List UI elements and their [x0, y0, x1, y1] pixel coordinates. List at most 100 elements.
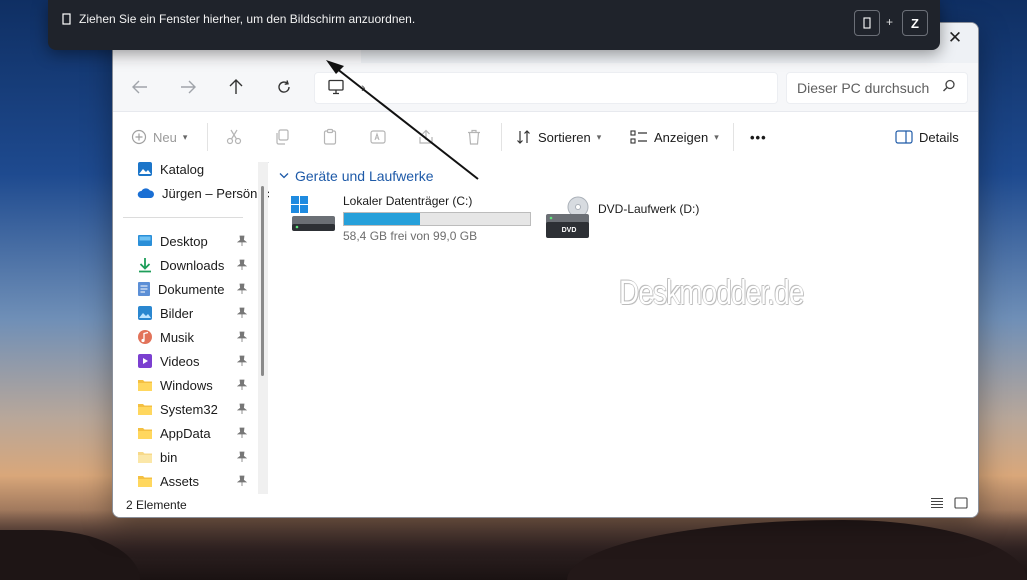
scissors-icon [226, 129, 242, 145]
share-button[interactable] [417, 125, 435, 149]
sidebar-item-onedrive[interactable]: Jürgen – Persönlic [137, 182, 270, 204]
rename-button[interactable] [369, 125, 387, 149]
sidebar-item-downloads[interactable]: Downloads [137, 254, 248, 276]
view-button[interactable]: Anzeigen ▾ [630, 125, 719, 149]
desktop-icon [138, 235, 152, 246]
pin-icon[interactable] [236, 403, 248, 418]
sidebar-item-bilder[interactable]: Bilder [137, 302, 248, 324]
chevron-down-icon: ▾ [182, 131, 188, 142]
pin-icon[interactable] [236, 235, 248, 250]
navigation-pane: Katalog Jürgen – Persönlic Desktop Downl… [113, 162, 270, 494]
pin-icon[interactable] [236, 451, 248, 466]
toolbar-divider [733, 123, 734, 151]
delete-button[interactable] [465, 125, 483, 149]
sidebar-item-system32[interactable]: System32 [137, 398, 248, 420]
hard-drive-icon [291, 196, 335, 231]
folder-icon [138, 404, 152, 415]
key-plus: + [886, 15, 894, 29]
search-placeholder: Dieser PC durchsuch [797, 80, 930, 96]
up-button[interactable] [222, 75, 250, 99]
sidebar-scrollbar[interactable] [258, 162, 268, 494]
new-button[interactable]: Neu ▾ [131, 125, 187, 149]
pin-icon[interactable] [236, 331, 248, 346]
z-key-badge: Z [902, 10, 928, 36]
pin-icon[interactable] [236, 379, 248, 394]
sidebar-item-label: Desktop [160, 233, 208, 249]
toolbar-divider [501, 123, 502, 151]
trash-icon [468, 129, 480, 145]
sidebar-item-bin[interactable]: bin [137, 446, 248, 468]
folder-icon [138, 428, 152, 439]
wallpaper-hills [0, 510, 1027, 580]
pin-icon[interactable] [236, 475, 248, 490]
folder-icon [138, 380, 152, 391]
drive-free-space: 58,4 GB frei von 99,0 GB [343, 229, 478, 243]
sidebar-item-assets[interactable]: Assets [137, 470, 248, 492]
sidebar-item-label: bin [160, 449, 178, 465]
window-icon [62, 13, 71, 25]
file-explorer-window: ✕ › Dieser PC durchsuch Neu ▾ Sortieren … [112, 22, 979, 518]
more-options-button[interactable]: ••• [750, 125, 767, 149]
pin-icon[interactable] [236, 283, 248, 298]
drive-name: DVD-Laufwerk (D:) [598, 202, 700, 216]
details-label: Details [919, 129, 959, 145]
folder-icon [138, 476, 152, 487]
group-header[interactable]: Geräte und Laufwerke [279, 168, 434, 184]
watermark-text: Deskmodder.de [619, 274, 804, 312]
sort-button[interactable]: Sortieren ▾ [516, 125, 601, 149]
arrow-right-icon [181, 80, 196, 94]
breadcrumb-chevron[interactable]: › [361, 79, 366, 95]
sort-label: Sortieren [538, 129, 591, 145]
details-button[interactable]: Details [895, 125, 959, 149]
paste-button[interactable] [321, 125, 339, 149]
sidebar-item-label: System32 [160, 401, 218, 417]
search-icon [941, 78, 957, 99]
scrollbar-thumb[interactable] [261, 186, 264, 376]
sidebar-item-dokumente[interactable]: Dokumente [137, 278, 248, 300]
drive-usage-fill [344, 213, 421, 225]
dvd-badge: DVD [561, 227, 577, 234]
sidebar-item-label: Dokumente [158, 281, 225, 297]
back-button[interactable] [126, 75, 154, 99]
navigation-bar: › Dieser PC durchsuch [113, 63, 978, 112]
plus-circle-icon [131, 129, 147, 145]
more-icon: ••• [750, 129, 767, 145]
sidebar-item-videos[interactable]: Videos [137, 350, 248, 372]
arrow-left-icon [132, 80, 147, 94]
refresh-button[interactable] [270, 75, 298, 99]
sidebar-item-appdata[interactable]: AppData [137, 422, 248, 444]
sidebar-item-label: Katalog [160, 161, 205, 177]
chevron-down-icon: ▾ [714, 131, 719, 142]
snap-hint-text: Ziehen Sie ein Fenster hierher, um den B… [79, 12, 416, 26]
rename-icon [370, 130, 386, 144]
drive-name: Lokaler Datenträger (C:) [343, 194, 473, 208]
sidebar-item-label: Videos [160, 353, 200, 369]
pin-icon[interactable] [236, 355, 248, 370]
pictures-icon [138, 306, 152, 320]
sidebar-divider [123, 217, 243, 218]
pin-icon[interactable] [236, 307, 248, 322]
sidebar-item-label: Musik [160, 329, 194, 345]
details-view-icon[interactable] [930, 497, 944, 509]
address-bar[interactable]: › [314, 72, 778, 104]
sidebar-item-musik[interactable]: Musik [137, 326, 248, 348]
new-label: Neu [153, 129, 177, 145]
pin-icon[interactable] [236, 259, 248, 274]
toolbar-divider [207, 123, 208, 151]
item-count: 2 Elemente [126, 498, 187, 512]
cut-button[interactable] [225, 125, 243, 149]
pin-icon[interactable] [236, 427, 248, 442]
documents-icon [138, 282, 150, 296]
sidebar-item-desktop[interactable]: Desktop [137, 230, 248, 252]
copy-button[interactable] [273, 125, 291, 149]
forward-button[interactable] [174, 75, 202, 99]
view-switcher [930, 497, 968, 509]
sidebar-item-windows[interactable]: Windows [137, 374, 248, 396]
sidebar-item-label: Bilder [160, 305, 194, 321]
gallery-icon [138, 162, 152, 176]
search-box[interactable]: Dieser PC durchsuch [786, 72, 968, 104]
sidebar-item-katalog[interactable]: Katalog [137, 158, 204, 180]
command-bar: Neu ▾ Sortieren ▾ Anzeigen ▾ ••• Details [113, 112, 978, 163]
large-icons-view-icon[interactable] [954, 497, 968, 509]
music-icon [138, 330, 152, 344]
